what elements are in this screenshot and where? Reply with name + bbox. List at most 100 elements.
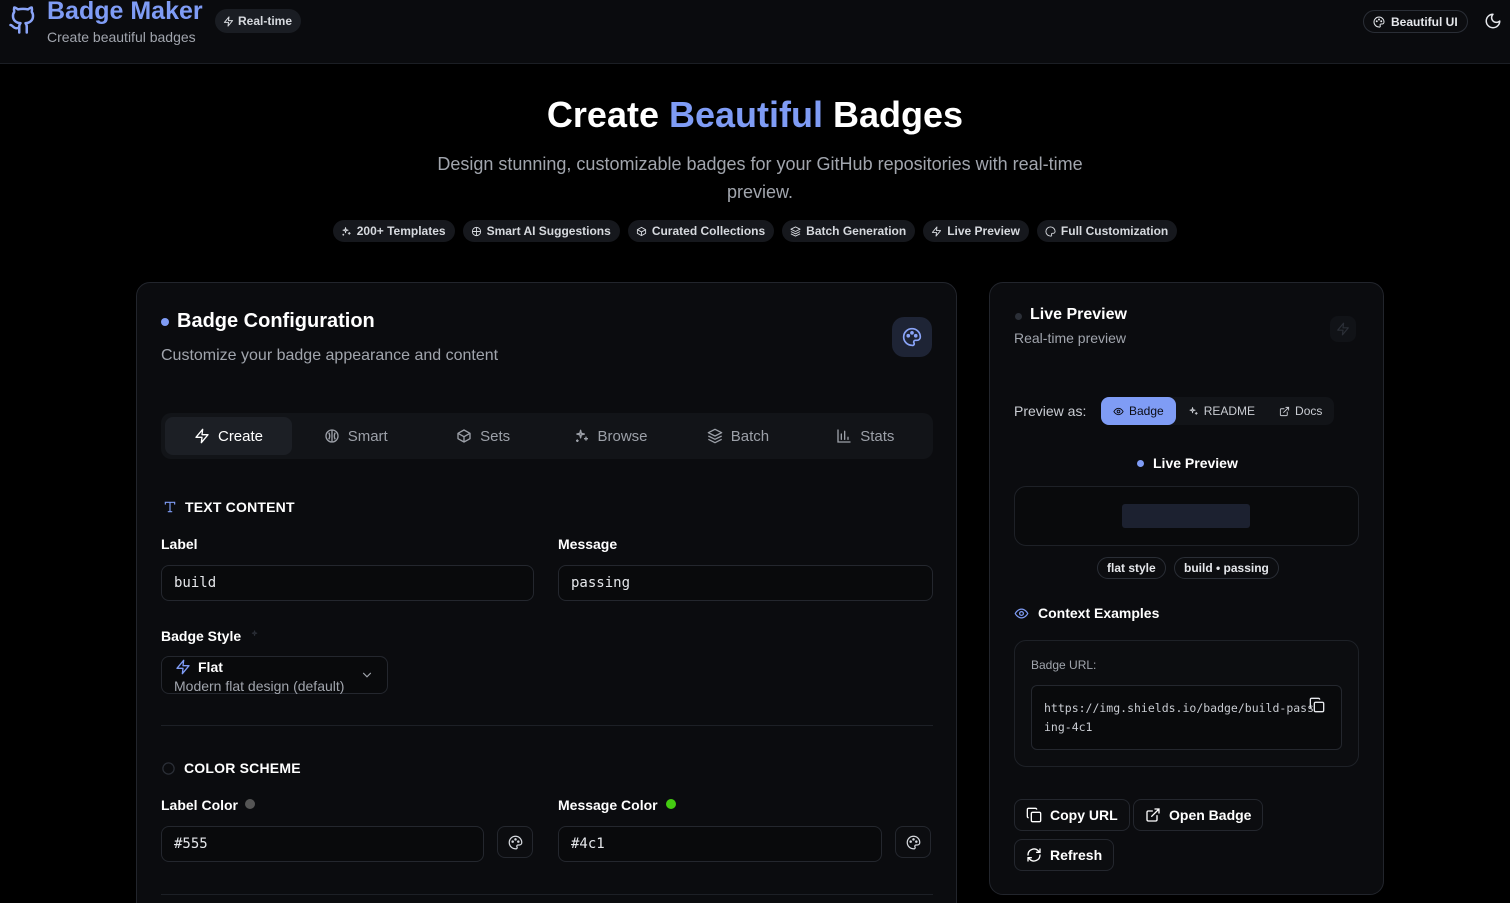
feature-list: 200+ Templates Smart AI Suggestions Cura… (0, 220, 1510, 242)
style-chip: flat style (1097, 557, 1166, 579)
content-chip: build • passing (1174, 557, 1279, 579)
feature-label: Live Preview (947, 224, 1020, 238)
copy-icon[interactable] (1309, 697, 1325, 713)
tab-create[interactable]: Create (165, 417, 292, 455)
realtime-badge: Real-time (215, 9, 302, 33)
brain-icon (325, 429, 339, 443)
divider (161, 725, 933, 726)
refresh-label: Refresh (1050, 847, 1103, 863)
badge-style-label: Badge Style (161, 628, 241, 644)
feature-templates: 200+ Templates (332, 220, 455, 242)
badge-url-field[interactable]: https://img.shields.io/badge/build-passi… (1031, 685, 1342, 750)
mode-label: Docs (1295, 404, 1323, 418)
zap-icon (223, 15, 234, 27)
config-subtitle: Customize your badge appearance and cont… (161, 347, 499, 364)
message-input[interactable]: passing (558, 565, 933, 601)
sparkles-icon (1189, 406, 1198, 415)
tab-label: Batch (730, 427, 770, 445)
feature-label: Batch Generation (806, 224, 907, 238)
copy-icon (1026, 807, 1042, 823)
label-field-label: Label (161, 536, 198, 552)
selected-style-description: Modern flat design (default) (174, 678, 345, 694)
message-color-picker-button[interactable] (895, 826, 931, 858)
tab-batch[interactable]: Batch (674, 417, 801, 455)
realtime-toggle-button[interactable] (1330, 316, 1356, 342)
theme-toggle-button[interactable] (1484, 12, 1504, 32)
live-preview-card: Live Preview Real-time preview Preview a… (989, 282, 1384, 895)
brand-title[interactable]: Badge Maker (47, 0, 203, 26)
palette-icon (902, 327, 922, 347)
feature-customization: Full Customization (1036, 220, 1178, 242)
message-field-label: Message (558, 536, 618, 552)
status-dot (161, 318, 169, 326)
badge-image[interactable] (1122, 504, 1250, 528)
text-content-heading: TEXT CONTENT (163, 499, 295, 515)
palette-icon (508, 835, 522, 849)
tab-label: Stats (860, 427, 895, 445)
top-bar: Badge Maker Create beautiful badges Real… (0, 0, 1510, 64)
sparkles-icon (342, 226, 351, 236)
open-badge-label: Open Badge (1169, 807, 1252, 823)
label-color-swatch (245, 799, 255, 809)
sparkles-icon (575, 429, 588, 442)
eye-icon (1014, 607, 1029, 619)
badge-url-label: Badge URL: (1031, 658, 1097, 672)
palette-button[interactable] (892, 317, 932, 357)
open-badge-button[interactable]: Open Badge (1133, 799, 1264, 831)
sparkles-icon (251, 630, 258, 636)
palette-icon (1373, 16, 1385, 28)
tab-browse[interactable]: Browse (547, 417, 674, 455)
palette-icon (906, 835, 920, 849)
tab-label: Create (217, 427, 264, 445)
github-icon[interactable] (8, 4, 38, 36)
preview-as-label: Preview as: (1014, 403, 1087, 419)
mode-label: README (1203, 404, 1256, 418)
palette-icon (1045, 225, 1056, 237)
label-color-picker-button[interactable] (497, 826, 533, 858)
preview-mode-docs[interactable]: Docs (1267, 397, 1334, 425)
copy-url-label: Copy URL (1050, 807, 1118, 823)
preview-mode-badge[interactable]: Badge (1101, 397, 1176, 425)
feature-label: Curated Collections (651, 224, 766, 238)
label-color-input[interactable]: #555 (161, 826, 484, 862)
feature-smart-ai: Smart AI Suggestions (462, 220, 620, 242)
config-title: Badge Configuration (177, 310, 375, 332)
tab-label: Smart (347, 427, 388, 445)
beautiful-ui-button[interactable]: Beautiful UI (1363, 10, 1468, 33)
label-input[interactable]: build (161, 565, 534, 601)
feature-label: Smart AI Suggestions (486, 224, 611, 238)
hero-title-pre: Create (546, 94, 659, 135)
realtime-label: Real-time (238, 14, 293, 28)
tab-smart[interactable]: Smart (292, 417, 419, 455)
circle-icon (162, 761, 175, 775)
tab-sets[interactable]: Sets (419, 417, 546, 455)
feature-label: 200+ Templates (356, 224, 446, 238)
context-examples-heading: Context Examples (1014, 605, 1159, 621)
beautiful-ui-label: Beautiful UI (1391, 14, 1458, 29)
badge-style-select[interactable]: Flat Modern flat design (default) (161, 656, 388, 694)
feature-collections: Curated Collections (627, 220, 775, 242)
badge-style-label-text: Badge Style (161, 628, 242, 644)
preview-mode-readme[interactable]: README (1176, 397, 1267, 425)
zap-icon (176, 659, 190, 675)
message-color-swatch (666, 799, 676, 809)
brain-icon (471, 226, 481, 236)
live-indicator-dot (1137, 460, 1144, 467)
tab-label: Browse (597, 427, 648, 445)
feature-live-preview: Live Preview (923, 220, 1029, 242)
hero-title: Create Beautiful Badges (0, 94, 1510, 136)
copy-url-button[interactable]: Copy URL (1014, 799, 1130, 831)
zap-icon (932, 225, 942, 237)
message-color-input[interactable]: #4c1 (558, 826, 882, 862)
brand-subtitle: Create beautiful badges (47, 29, 196, 45)
external-link-icon (1146, 808, 1160, 822)
preview-mode-switch: Badge README Docs (1101, 397, 1335, 425)
type-icon (164, 501, 176, 513)
tab-stats[interactable]: Stats (802, 417, 929, 455)
layers-icon (790, 225, 801, 237)
label-color-label: Label Color (161, 797, 239, 813)
tab-label: Sets (480, 427, 511, 445)
eye-icon (1113, 407, 1124, 415)
refresh-button[interactable]: Refresh (1014, 839, 1115, 871)
zap-icon (195, 428, 209, 444)
